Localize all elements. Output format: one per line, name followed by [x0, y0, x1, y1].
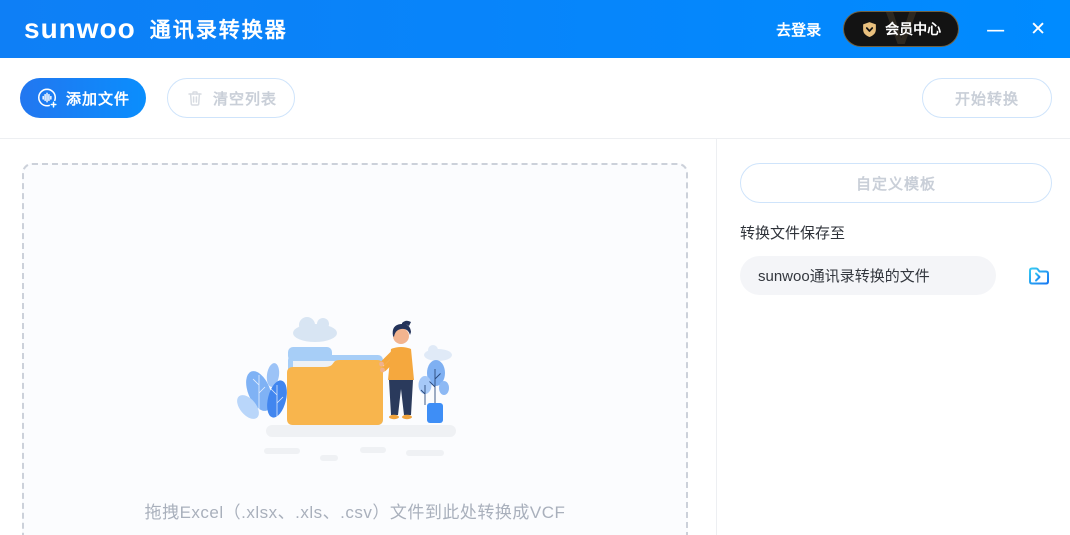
app-title: 通讯录转换器 — [150, 14, 288, 44]
login-link[interactable]: 去登录 — [776, 19, 821, 40]
close-icon[interactable]: ✕ — [1030, 20, 1046, 39]
start-convert-label: 开始转换 — [955, 88, 1019, 109]
start-convert-button[interactable]: 开始转换 — [922, 78, 1052, 118]
custom-template-button[interactable]: 自定义模板 — [740, 163, 1052, 203]
content-area: 拖拽Excel（.xlsx、.xls、.csv）文件到此处转换成VCF 自定义模… — [0, 139, 1070, 535]
member-center-button[interactable]: V 会员中心 — [843, 11, 959, 47]
file-dropzone[interactable]: 拖拽Excel（.xlsx、.xls、.csv）文件到此处转换成VCF — [22, 163, 688, 535]
custom-template-label: 自定义模板 — [856, 173, 936, 194]
save-location-row — [740, 256, 1052, 295]
dropzone-hint: 拖拽Excel（.xlsx、.xls、.csv）文件到此处转换成VCF — [24, 498, 686, 523]
folder-person-illustration — [235, 305, 475, 470]
clear-list-label: 清空列表 — [213, 88, 277, 109]
add-files-label: 添加文件 — [66, 88, 130, 109]
toolbar: 添加文件 清空列表 开始转换 — [0, 58, 1070, 139]
brand-logo: sunwoo — [24, 15, 136, 43]
member-center-label: 会员中心 — [885, 19, 941, 39]
trash-icon — [185, 88, 205, 108]
minimize-icon[interactable]: — — [987, 21, 1004, 38]
app-window: sunwoo 通讯录转换器 去登录 V 会员中心 — ✕ — [0, 0, 1070, 535]
titlebar: sunwoo 通讯录转换器 去登录 V 会员中心 — ✕ — [0, 0, 1070, 58]
folder-open-browse-icon[interactable] — [1026, 263, 1052, 289]
titlebar-actions: 去登录 V 会员中心 — ✕ — [776, 11, 1046, 47]
side-panel: 自定义模板 转换文件保存至 — [717, 139, 1070, 535]
save-location-label: 转换文件保存至 — [740, 222, 1052, 243]
waveform-add-icon — [36, 87, 59, 110]
vip-shield-icon — [861, 21, 878, 38]
add-files-button[interactable]: 添加文件 — [20, 78, 146, 118]
save-path-input[interactable] — [740, 256, 996, 295]
clear-list-button[interactable]: 清空列表 — [167, 78, 295, 118]
